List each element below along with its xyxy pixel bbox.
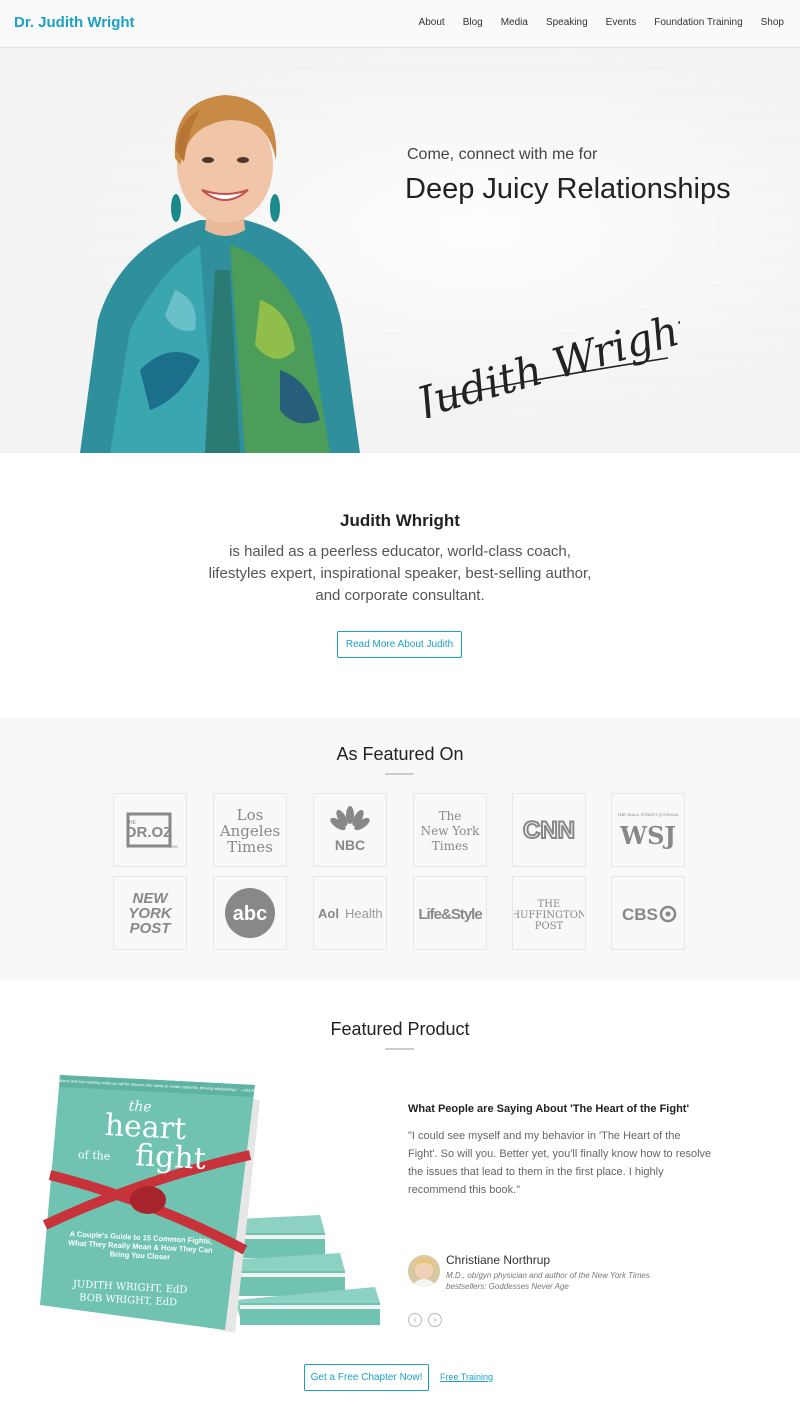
svg-text:DR.OZ: DR.OZ — [126, 824, 173, 841]
svg-text:The: The — [439, 809, 462, 823]
svg-text:POST: POST — [535, 921, 564, 932]
svg-text:CNN: CNN — [523, 817, 575, 844]
heart-of-the-fight-book-image[interactable]: "An inspirational and eye-opening wake-u… — [20, 1075, 390, 1340]
svg-text:POST: POST — [130, 920, 173, 937]
svg-text:CBS: CBS — [622, 905, 658, 924]
hero-banner: Come, connect with me for Deep Juicy Rel… — [0, 48, 800, 453]
logo-cnn: CNN — [512, 793, 586, 867]
svg-text:Times: Times — [227, 838, 273, 856]
testimonial-author-description: M.D., ob/gyn physician and author of the… — [446, 1271, 650, 1291]
svg-text:THE: THE — [538, 899, 561, 910]
judith-wright-signature: Judith Wright — [403, 301, 680, 418]
testimonial-author-name: Christiane Northrup — [446, 1253, 551, 1267]
nav-item-about[interactable]: About — [419, 17, 445, 28]
read-more-about-judith-button[interactable]: Read More About Judith — [337, 631, 462, 658]
logo-dr-oz-show: DR.OZ THE SHOW — [113, 793, 187, 867]
svg-text:SHOW: SHOW — [170, 844, 178, 849]
get-free-chapter-button[interactable]: Get a Free Chapter Now! — [304, 1364, 429, 1391]
hero-kicker: Come, connect with me for — [407, 146, 598, 163]
free-training-link[interactable]: Free Training — [440, 1372, 493, 1382]
svg-text:Life&Style: Life&Style — [418, 906, 482, 923]
svg-text:NBC: NBC — [335, 837, 365, 853]
christiane-northrup-avatar — [408, 1255, 440, 1287]
svg-text:Health: Health — [345, 906, 383, 921]
nav-item-foundation-training[interactable]: Foundation Training — [654, 17, 742, 28]
book-title-of-the: of the — [78, 1148, 111, 1163]
svg-text:THE WALL STREET JOURNAL: THE WALL STREET JOURNAL — [618, 812, 678, 817]
svg-text:abc: abc — [233, 903, 267, 925]
book-title-fight: fight — [134, 1138, 206, 1177]
featured-on-title: As Featured On — [336, 744, 464, 764]
nav-item-shop[interactable]: Shop — [761, 17, 784, 28]
logo-aol-health: Aol Health — [313, 876, 387, 950]
featured-on-divider — [385, 773, 414, 775]
top-navigation: Dr. Judith Wright About Blog Media Speak… — [0, 0, 800, 48]
logo-huffington-post: THE HUFFINGTON POST — [512, 876, 586, 950]
logo-los-angeles-times: Los Angeles Times — [213, 793, 287, 867]
svg-text:THE: THE — [126, 820, 137, 826]
hero-title: Deep Juicy Relationships — [405, 173, 731, 205]
nav-item-speaking[interactable]: Speaking — [546, 17, 588, 28]
svg-text:Times: Times — [432, 839, 468, 853]
logo-new-york-times: The New York Times — [413, 793, 487, 867]
testimonial-prev-arrow-icon[interactable]: ‹ — [408, 1313, 422, 1327]
about-name: Judith Whright — [340, 511, 460, 530]
testimonial-heading: What People are Saying About 'The Heart … — [408, 1103, 690, 1115]
svg-text:Aol: Aol — [318, 906, 339, 921]
featured-product-title: Featured Product — [330, 1019, 470, 1039]
nav-item-events[interactable]: Events — [606, 17, 637, 28]
nav-item-media[interactable]: Media — [501, 17, 528, 28]
logo-wsj: THE WALL STREET JOURNAL WSJ — [611, 793, 685, 867]
logo-life-and-style: Life&Style — [413, 876, 487, 950]
logo-abc: abc — [213, 876, 287, 950]
testimonial-quote: "I could see myself and my behavior in '… — [408, 1130, 712, 1196]
svg-text:HUFFINGTON: HUFFINGTON — [514, 910, 584, 921]
featured-product-divider — [385, 1048, 414, 1050]
main-menu: About Blog Media Speaking Events Foundat… — [401, 17, 784, 28]
judith-portrait-image — [80, 95, 360, 453]
logo-cbs: CBS — [611, 876, 685, 950]
logo-nbc: NBC — [313, 793, 387, 867]
signature-text: Judith Wright — [403, 301, 680, 418]
testimonial-next-arrow-icon[interactable]: › — [428, 1313, 442, 1327]
logo-new-york-post: NEW YORK POST — [113, 876, 187, 950]
about-description: is hailed as a peerless educator, world-… — [208, 543, 592, 604]
svg-text:New York: New York — [421, 824, 480, 838]
site-logo[interactable]: Dr. Judith Wright — [14, 14, 135, 31]
nav-item-blog[interactable]: Blog — [463, 17, 483, 28]
svg-text:WSJ: WSJ — [619, 821, 676, 850]
